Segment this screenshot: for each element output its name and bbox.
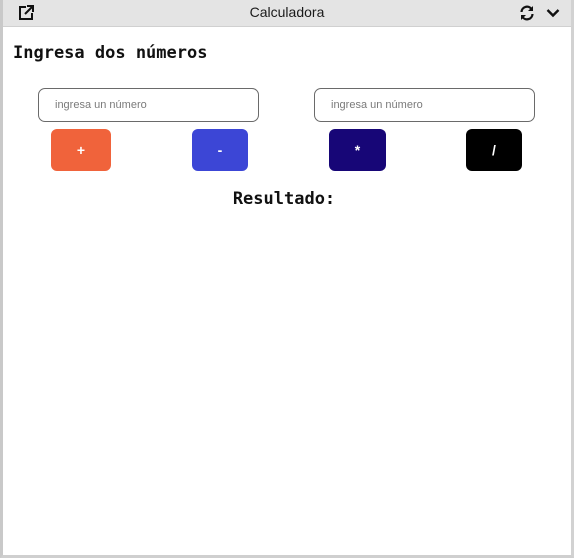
first-number-input[interactable] <box>38 88 259 122</box>
app-window: Calculadora Ingresa dos números + - * / … <box>0 0 574 558</box>
subtract-button[interactable]: - <box>192 129 248 171</box>
title-bar: Calculadora <box>3 0 571 27</box>
chevron-down-icon[interactable] <box>544 4 562 22</box>
result-label: Resultado: <box>232 189 336 209</box>
window-title: Calculadora <box>249 4 325 20</box>
multiply-button[interactable]: * <box>329 129 386 171</box>
refresh-icon[interactable] <box>518 4 536 22</box>
add-button[interactable]: + <box>51 129 111 171</box>
divide-button[interactable]: / <box>466 129 522 171</box>
page-title: Ingresa dos números <box>13 43 208 63</box>
result-line: Resultado: <box>3 189 571 209</box>
second-number-input[interactable] <box>314 88 535 122</box>
